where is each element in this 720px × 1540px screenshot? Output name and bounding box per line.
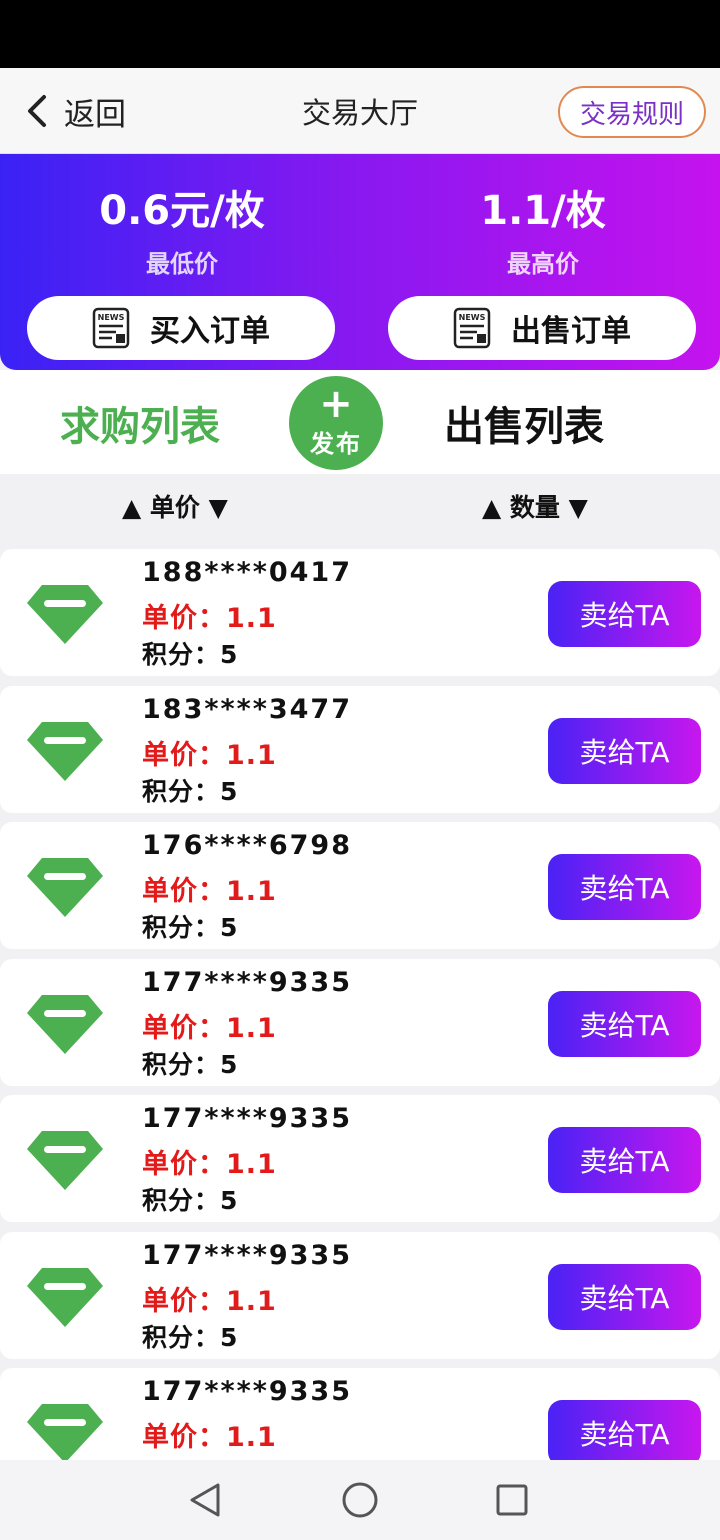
unit-price: 单价：1.1 bbox=[142, 1149, 277, 1180]
sell-to-user-button[interactable]: 卖给TA bbox=[548, 1400, 701, 1460]
user-phone: 188****0417 bbox=[142, 557, 352, 588]
diamond-icon bbox=[27, 858, 103, 917]
publish-button[interactable]: + 发布 bbox=[289, 376, 383, 470]
user-phone: 183****3477 bbox=[142, 693, 352, 725]
svg-text:NEWS: NEWS bbox=[98, 313, 125, 322]
buy-orders-label: 买入订单 bbox=[150, 314, 270, 349]
unit-price: 单价：1.1 bbox=[142, 1285, 277, 1317]
user-phone: 177****9335 bbox=[142, 1239, 352, 1271]
circle-home-icon bbox=[342, 1482, 378, 1518]
points: 积分：5 bbox=[142, 640, 239, 669]
unit-price: 单价：1.1 bbox=[142, 739, 277, 771]
tab-sell-list[interactable]: 出售列表 bbox=[444, 394, 604, 452]
svg-text:NEWS: NEWS bbox=[459, 313, 486, 322]
points: 积分：5 bbox=[142, 776, 239, 806]
diamond-icon bbox=[27, 1404, 103, 1460]
list-item: 183****3477 单价：1.1 积分：5 卖给TA bbox=[0, 685, 720, 813]
status-bar bbox=[0, 0, 720, 68]
highest-price-block: 1.1/枚 最高价 bbox=[393, 178, 693, 279]
back-label: 返回 bbox=[64, 96, 126, 133]
tab-buy-list[interactable]: 求购列表 bbox=[60, 394, 220, 452]
sell-to-user-button[interactable]: 卖给TA bbox=[548, 854, 701, 920]
list-item: 177****9335 单价：1.1 积分：5 卖给TA bbox=[0, 958, 720, 1086]
unit-price: 单价：1.1 bbox=[142, 603, 277, 634]
user-phone: 177****9335 bbox=[142, 1103, 352, 1134]
lowest-price-value: 0.6元/枚 bbox=[99, 188, 265, 234]
user-phone: 177****9335 bbox=[142, 1376, 352, 1407]
system-nav-bar bbox=[0, 1460, 720, 1540]
list-item: 177****9335 单价：1.1 积分：5 卖给TA bbox=[0, 1095, 720, 1222]
points: 积分：5 bbox=[142, 1049, 239, 1079]
unit-price: 单价：1.1 bbox=[142, 1012, 277, 1044]
price-banner: 0.6元/枚 最低价 1.1/枚 最高价 NEWS 买入订单 NEWS 出售订单 bbox=[0, 154, 720, 370]
sell-to-user-button[interactable]: 卖给TA bbox=[548, 990, 701, 1057]
back-button[interactable]: 返回 bbox=[24, 88, 126, 134]
triangle-back-icon bbox=[190, 1483, 220, 1517]
list-item: 188****0417 单价：1.1 积分：5 卖给TA bbox=[0, 549, 720, 676]
diamond-icon bbox=[27, 1267, 103, 1327]
sort-by-quantity[interactable]: ▲ 数量 ▼ bbox=[482, 488, 588, 524]
diamond-icon bbox=[27, 721, 103, 781]
sell-to-user-button[interactable]: 卖给TA bbox=[548, 581, 701, 647]
list-item: 177****9335 单价：1.1 积分：5 卖给TA bbox=[0, 1231, 720, 1359]
lowest-price-block: 0.6元/枚 最低价 bbox=[32, 178, 332, 279]
diamond-icon bbox=[27, 1131, 103, 1190]
news-icon: NEWS bbox=[453, 307, 491, 349]
list-tabs: 求购列表 + 发布 出售列表 bbox=[0, 370, 720, 474]
sort-bar: ▲ 单价 ▼ ▲ 数量 ▼ bbox=[0, 474, 720, 536]
trade-rules-button[interactable]: 交易规则 bbox=[558, 86, 706, 138]
square-recent-icon bbox=[496, 1484, 528, 1516]
user-phone: 177****9335 bbox=[142, 966, 352, 998]
sell-orders-label: 出售订单 bbox=[511, 314, 631, 349]
nav-recent-button[interactable] bbox=[492, 1480, 532, 1520]
sell-orders-button[interactable]: NEWS 出售订单 bbox=[388, 296, 696, 360]
news-icon: NEWS bbox=[92, 307, 130, 349]
sell-to-user-button[interactable]: 卖给TA bbox=[548, 717, 701, 784]
highest-price-label: 最高价 bbox=[507, 250, 579, 278]
publish-label: 发布 bbox=[310, 429, 362, 458]
nav-home-button[interactable] bbox=[340, 1480, 380, 1520]
order-list: 188****0417 单价：1.1 积分：5 卖给TA 183****3477 单价：1… bbox=[0, 549, 720, 1460]
sell-to-user-button[interactable]: 卖给TA bbox=[548, 1127, 701, 1193]
lowest-price-label: 最低价 bbox=[146, 250, 218, 278]
diamond-icon bbox=[27, 994, 103, 1054]
highest-price-value: 1.1/枚 bbox=[480, 188, 606, 234]
plus-icon: + bbox=[319, 380, 353, 427]
points: 积分：5 bbox=[142, 913, 239, 942]
list-item: 176****6798 单价：1.1 积分：5 卖给TA bbox=[0, 822, 720, 949]
sell-to-user-button[interactable]: 卖给TA bbox=[548, 1263, 701, 1330]
unit-price: 单价：1.1 bbox=[142, 1422, 277, 1453]
unit-price: 单价：1.1 bbox=[142, 876, 277, 907]
diamond-icon bbox=[27, 585, 103, 644]
points: 积分：5 bbox=[142, 1322, 239, 1352]
buy-orders-button[interactable]: NEWS 买入订单 bbox=[27, 296, 335, 360]
points: 积分：5 bbox=[142, 1186, 239, 1215]
chevron-left-icon bbox=[28, 95, 46, 127]
sort-by-price[interactable]: ▲ 单价 ▼ bbox=[122, 488, 228, 524]
list-item: 177****9335单价：1.1积分：5卖给TA bbox=[0, 1368, 720, 1460]
nav-back-button[interactable] bbox=[186, 1480, 226, 1520]
top-bar: 返回 交易大厅 交易规则 bbox=[0, 68, 720, 154]
user-phone: 176****6798 bbox=[142, 830, 352, 861]
